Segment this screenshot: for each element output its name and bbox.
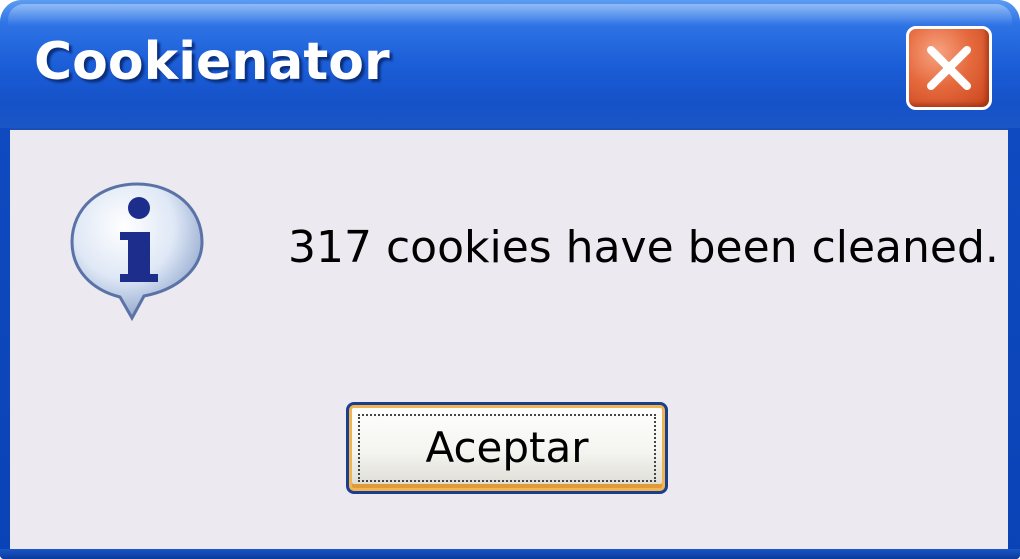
- dialog-window: Cookienator 317 cookies have been cleane…: [0, 0, 1020, 559]
- dialog-message: 317 cookies have been cleaned.: [288, 222, 999, 273]
- close-button[interactable]: [906, 26, 992, 110]
- window-title: Cookienator: [34, 32, 390, 92]
- close-icon: [927, 46, 971, 90]
- dialog-body: 317 cookies have been cleaned. Aceptar: [10, 128, 1008, 551]
- info-icon: [70, 182, 204, 322]
- window-frame-bottom: [0, 549, 1020, 559]
- aceptar-button-label: Aceptar: [425, 423, 589, 472]
- title-bar[interactable]: Cookienator: [0, 0, 1020, 128]
- aceptar-button[interactable]: Aceptar: [346, 402, 668, 494]
